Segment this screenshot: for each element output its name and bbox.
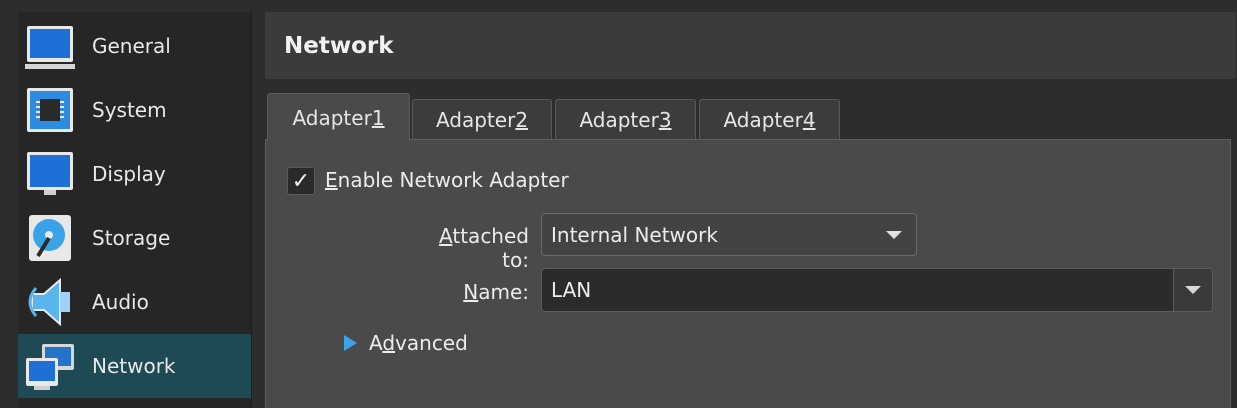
sidebar-item-label: General — [92, 34, 171, 58]
network-name-value: LAN — [551, 278, 592, 302]
tab-adapter-4[interactable]: Adapter 4 — [699, 99, 840, 140]
tab-label: Adapter — [723, 108, 803, 132]
tab-adapter-2[interactable]: Adapter 2 — [412, 99, 552, 140]
tab-mnemonic: 1 — [371, 105, 385, 130]
advanced-label: Advanced — [369, 331, 468, 355]
label-mnemonic: N — [463, 280, 479, 304]
sidebar-item-network[interactable]: Network — [18, 334, 251, 398]
sidebar-item-general[interactable]: General — [18, 14, 251, 78]
enable-adapter-label[interactable]: Enable Network Adapter — [325, 168, 569, 192]
name-label: Name: — [429, 280, 529, 304]
enable-adapter-checkbox[interactable]: ✓ — [287, 167, 315, 195]
tab-label: Adapter — [292, 105, 372, 130]
tab-adapter-3[interactable]: Adapter 3 — [555, 99, 696, 140]
sidebar-item-label: Storage — [92, 226, 171, 250]
network-name-combobox[interactable]: LAN — [541, 268, 1213, 312]
adapter-settings-panel: ✓ Enable Network Adapter Attached to: In… — [265, 139, 1231, 408]
tab-label: Adapter — [435, 108, 516, 132]
chevron-down-icon — [886, 231, 902, 239]
page-title: Network — [284, 32, 394, 59]
tab-mnemonic: 2 — [515, 108, 529, 132]
sidebar-item-label: Audio — [92, 290, 149, 314]
adapter-tabs: Adapter 1 Adapter 2 Adapter 3 Adapter 4 — [265, 93, 1237, 141]
label-mnemonic: E — [325, 168, 338, 192]
label-mnemonic: d — [382, 331, 396, 355]
page-header: Network — [265, 12, 1236, 79]
label-text: ame: — [478, 280, 529, 304]
chevron-down-icon — [1185, 286, 1201, 294]
sidebar-item-audio[interactable]: Audio — [18, 270, 251, 334]
label-text: A — [369, 331, 383, 355]
attached-to-select[interactable]: Internal Network — [541, 213, 917, 256]
checkmark-icon: ✓ — [291, 168, 311, 194]
sidebar-item-storage[interactable]: Storage — [18, 206, 251, 270]
audio-speaker-icon — [28, 277, 70, 327]
settings-sidebar: General System Display Storage Audio Net… — [18, 12, 252, 408]
tab-mnemonic: 3 — [658, 108, 672, 132]
tab-label: Adapter — [579, 108, 659, 132]
sidebar-item-display[interactable]: Display — [18, 142, 251, 206]
general-icon — [25, 26, 75, 69]
attached-to-label: Attached to: — [409, 224, 529, 272]
sidebar-item-system[interactable]: System — [18, 78, 251, 142]
label-text: vanced — [395, 331, 468, 355]
tab-mnemonic: 4 — [802, 108, 816, 132]
network-icon — [26, 344, 74, 390]
name-dropdown-button[interactable] — [1173, 269, 1212, 311]
system-chip-icon — [27, 88, 73, 132]
expand-arrow-icon — [344, 335, 357, 351]
sidebar-item-label: System — [92, 98, 167, 122]
label-text: ttached to: — [452, 224, 529, 272]
label-text: nable Network Adapter — [337, 168, 569, 192]
attached-to-value: Internal Network — [551, 222, 718, 247]
storage-disk-icon — [29, 215, 71, 261]
sidebar-item-label: Display — [92, 162, 166, 186]
display-monitor-icon — [27, 152, 73, 195]
tab-adapter-1[interactable]: Adapter 1 — [267, 93, 410, 141]
label-mnemonic: A — [439, 224, 453, 248]
sidebar-item-label: Network — [92, 354, 176, 378]
